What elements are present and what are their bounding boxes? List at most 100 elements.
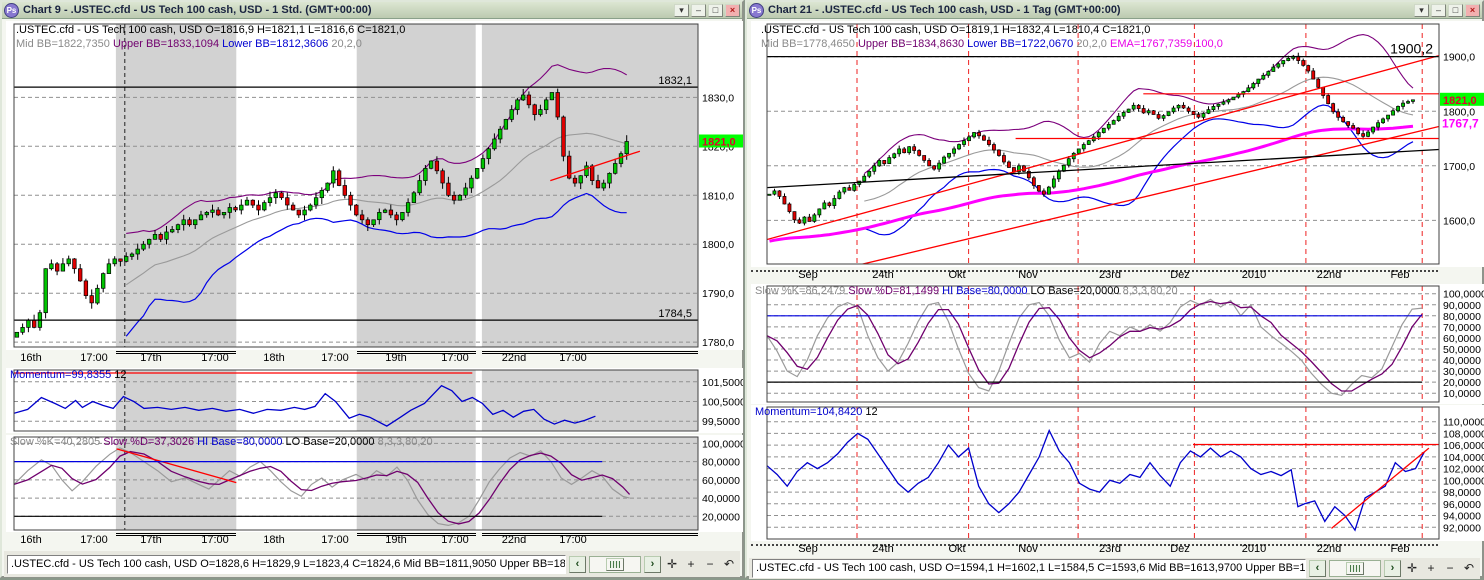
minimize-button[interactable]: – — [1431, 3, 1446, 17]
status-quote-text: .USTEC.cfd - US Tech 100 cash, USD O=159… — [752, 559, 1306, 578]
status-quote-text: .USTEC.cfd - US Tech 100 cash, USD O=182… — [7, 554, 566, 574]
time-tick-label: 22nd — [501, 534, 527, 546]
momentum-plot-hourly[interactable]: 101,5000 100,5000 99,5000 — [6, 368, 743, 433]
svg-text:80,0000: 80,0000 — [702, 457, 740, 469]
time-tick-label: 22nd — [1316, 543, 1342, 555]
svg-text:20,0000: 20,0000 — [702, 511, 740, 523]
candlestick-plot-daily[interactable]: 1900,01800,01700,01600,01900,21821,01767… — [751, 21, 1484, 267]
momentum-plot-daily[interactable]: 110,0000108,0000106,0000104,0000102,0000… — [751, 405, 1484, 541]
shade-button[interactable]: ▾ — [674, 3, 689, 17]
svg-text:60,0000: 60,0000 — [702, 475, 740, 487]
svg-text:94,0000: 94,0000 — [1443, 511, 1481, 523]
time-tick-label: 17th — [140, 352, 162, 364]
time-tick-label: Sep — [798, 269, 818, 281]
candlestick-plot-hourly[interactable]: 1830,01820,01810,01800,01790,01780,01832… — [6, 21, 743, 350]
main-chart-pane[interactable]: 1830,01820,01810,01800,01790,01780,01832… — [6, 21, 743, 350]
chart-window-hourly: Ps Chart 9 - .USTEC.cfd - US Tech 100 ca… — [0, 0, 744, 578]
time-tick-label: Feb — [1390, 543, 1410, 555]
undo-button[interactable]: ↶ — [721, 556, 737, 573]
svg-text:104,0000: 104,0000 — [1443, 452, 1484, 464]
statusbar: .USTEC.cfd - US Tech 100 cash, USD O=182… — [4, 551, 740, 577]
chart-window-daily: Ps Chart 21 - .USTEC.cfd - US Tech 100 c… — [745, 0, 1484, 579]
pan-tool-icon[interactable]: ✛ — [664, 556, 680, 573]
shade-button[interactable]: ▾ — [1414, 3, 1429, 17]
statusbar: .USTEC.cfd - US Tech 100 cash, USD O=159… — [749, 558, 1480, 579]
scroll-right-button[interactable]: › — [644, 555, 661, 573]
stochastic-pane[interactable]: 100,0000 90,0000 80,0000 70,0000 60,0000 50,0… — [751, 284, 1484, 404]
svg-text:1767,7: 1767,7 — [1442, 116, 1479, 130]
time-tick-label: 17:00 — [201, 352, 229, 364]
svg-text:1600,0: 1600,0 — [1443, 215, 1475, 227]
main-chart-pane[interactable]: 1900,0 1800,0 1700,0 1600,0 1900,2 1821,0 1767… — [751, 21, 1484, 267]
svg-text:96,0000: 96,0000 — [1443, 499, 1481, 511]
svg-text:1821,0: 1821,0 — [1443, 95, 1477, 107]
zoom-out-button[interactable]: − — [1442, 560, 1458, 577]
stochastic-plot-daily[interactable]: 100,000090,000080,000070,000060,000050,0… — [751, 284, 1484, 404]
window-title: Chart 9 - .USTEC.cfd - US Tech 100 cash,… — [23, 4, 372, 16]
svg-text:108,0000: 108,0000 — [1443, 428, 1484, 440]
time-tick-label: Nov — [1018, 269, 1038, 281]
close-button[interactable]: × — [1465, 3, 1480, 17]
svg-text:106,0000: 106,0000 — [1443, 440, 1484, 452]
svg-text:1900,2: 1900,2 — [1390, 41, 1433, 57]
time-axis: 16th 17:00 17th 17:00 18th 17:00 19th 17:00 22nd… — [6, 533, 743, 548]
zoom-out-button[interactable]: − — [702, 556, 718, 573]
undo-button[interactable]: ↶ — [1461, 560, 1477, 577]
maximize-button[interactable]: □ — [1448, 3, 1463, 17]
close-button[interactable]: × — [725, 3, 740, 17]
time-tick-label: 22nd — [501, 352, 527, 364]
time-tick-label: Dez — [1170, 543, 1190, 555]
chart-icon: Ps — [749, 2, 764, 18]
scrollbar-thumb[interactable] — [1346, 562, 1364, 575]
time-tick-label: 18th — [263, 352, 285, 364]
svg-text:100,0000: 100,0000 — [1443, 475, 1484, 487]
time-tick-label: Okt — [948, 269, 966, 281]
time-tick-label: Feb — [1390, 269, 1410, 281]
svg-text:1790,0: 1790,0 — [702, 288, 734, 300]
svg-text:101,5000: 101,5000 — [702, 377, 743, 389]
time-tick-label: 17th — [140, 534, 162, 546]
scroll-left-button[interactable]: ‹ — [569, 555, 586, 573]
window-controls: ▾ – □ × — [674, 3, 740, 17]
time-tick-label: 24th — [872, 269, 894, 281]
stochastic-plot-hourly[interactable]: 100,0000 80,0000 60,0000 40,0000 20,0000 — [6, 435, 743, 532]
svg-text:102,0000: 102,0000 — [1443, 464, 1484, 476]
time-tick-label: Okt — [948, 543, 966, 555]
mdi-workspace: Ps Chart 9 - .USTEC.cfd - US Tech 100 ca… — [0, 0, 1484, 580]
chart-icon: Ps — [4, 2, 19, 18]
stochastic-pane[interactable]: 100,0000 80,0000 60,0000 40,0000 20,0000 Slo… — [6, 435, 743, 532]
maximize-button[interactable]: □ — [708, 3, 723, 17]
time-tick-label: 18th — [263, 534, 285, 546]
time-tick-label: 2010 — [1241, 269, 1267, 281]
time-tick-label: 24th — [872, 543, 894, 555]
chart-scrollbar[interactable] — [589, 555, 641, 573]
time-tick-label: 17:00 — [80, 352, 108, 364]
minimize-button[interactable]: – — [691, 3, 706, 17]
time-tick-label: 17:00 — [441, 534, 469, 546]
svg-text:100,5000: 100,5000 — [702, 397, 743, 409]
time-tick-label: Dez — [1170, 269, 1190, 281]
svg-text:1800,0: 1800,0 — [702, 239, 734, 251]
time-tick-label: 17:00 — [321, 352, 349, 364]
momentum-pane[interactable]: 101,5000 100,5000 99,5000 Momentum=99,8355… — [6, 368, 743, 433]
time-tick-label: 17:00 — [559, 352, 587, 364]
time-tick-label: Sep — [798, 543, 818, 555]
scroll-left-button[interactable]: ‹ — [1309, 560, 1326, 577]
window-controls: ▾ – □ × — [1414, 3, 1480, 17]
zoom-in-button[interactable]: + — [683, 556, 699, 573]
titlebar[interactable]: Ps Chart 21 - .USTEC.cfd - US Tech 100 c… — [747, 2, 1482, 19]
scrollbar-thumb[interactable] — [606, 557, 624, 571]
time-tick-label: 17:00 — [441, 352, 469, 364]
time-tick-label: 16th — [20, 534, 42, 546]
chart-scrollbar[interactable] — [1329, 560, 1381, 577]
titlebar[interactable]: Ps Chart 9 - .USTEC.cfd - US Tech 100 ca… — [2, 2, 742, 19]
pan-tool-icon[interactable]: ✛ — [1404, 560, 1420, 577]
svg-text:1821,0: 1821,0 — [702, 137, 736, 149]
scroll-right-button[interactable]: › — [1384, 560, 1401, 577]
svg-text:1830,0: 1830,0 — [702, 92, 734, 104]
zoom-in-button[interactable]: + — [1423, 560, 1439, 577]
time-tick-label: 2010 — [1241, 543, 1267, 555]
time-axis: Sep 24th Okt Nov 23rd Dez 2010 22nd Feb — [751, 268, 1484, 283]
time-axis: 16th 17:00 17th 17:00 18th 17:00 19th 17:00 22nd… — [6, 351, 743, 366]
momentum-pane[interactable]: 110,0000 108,0000 106,0000 104,0000 102,0000… — [751, 405, 1484, 541]
